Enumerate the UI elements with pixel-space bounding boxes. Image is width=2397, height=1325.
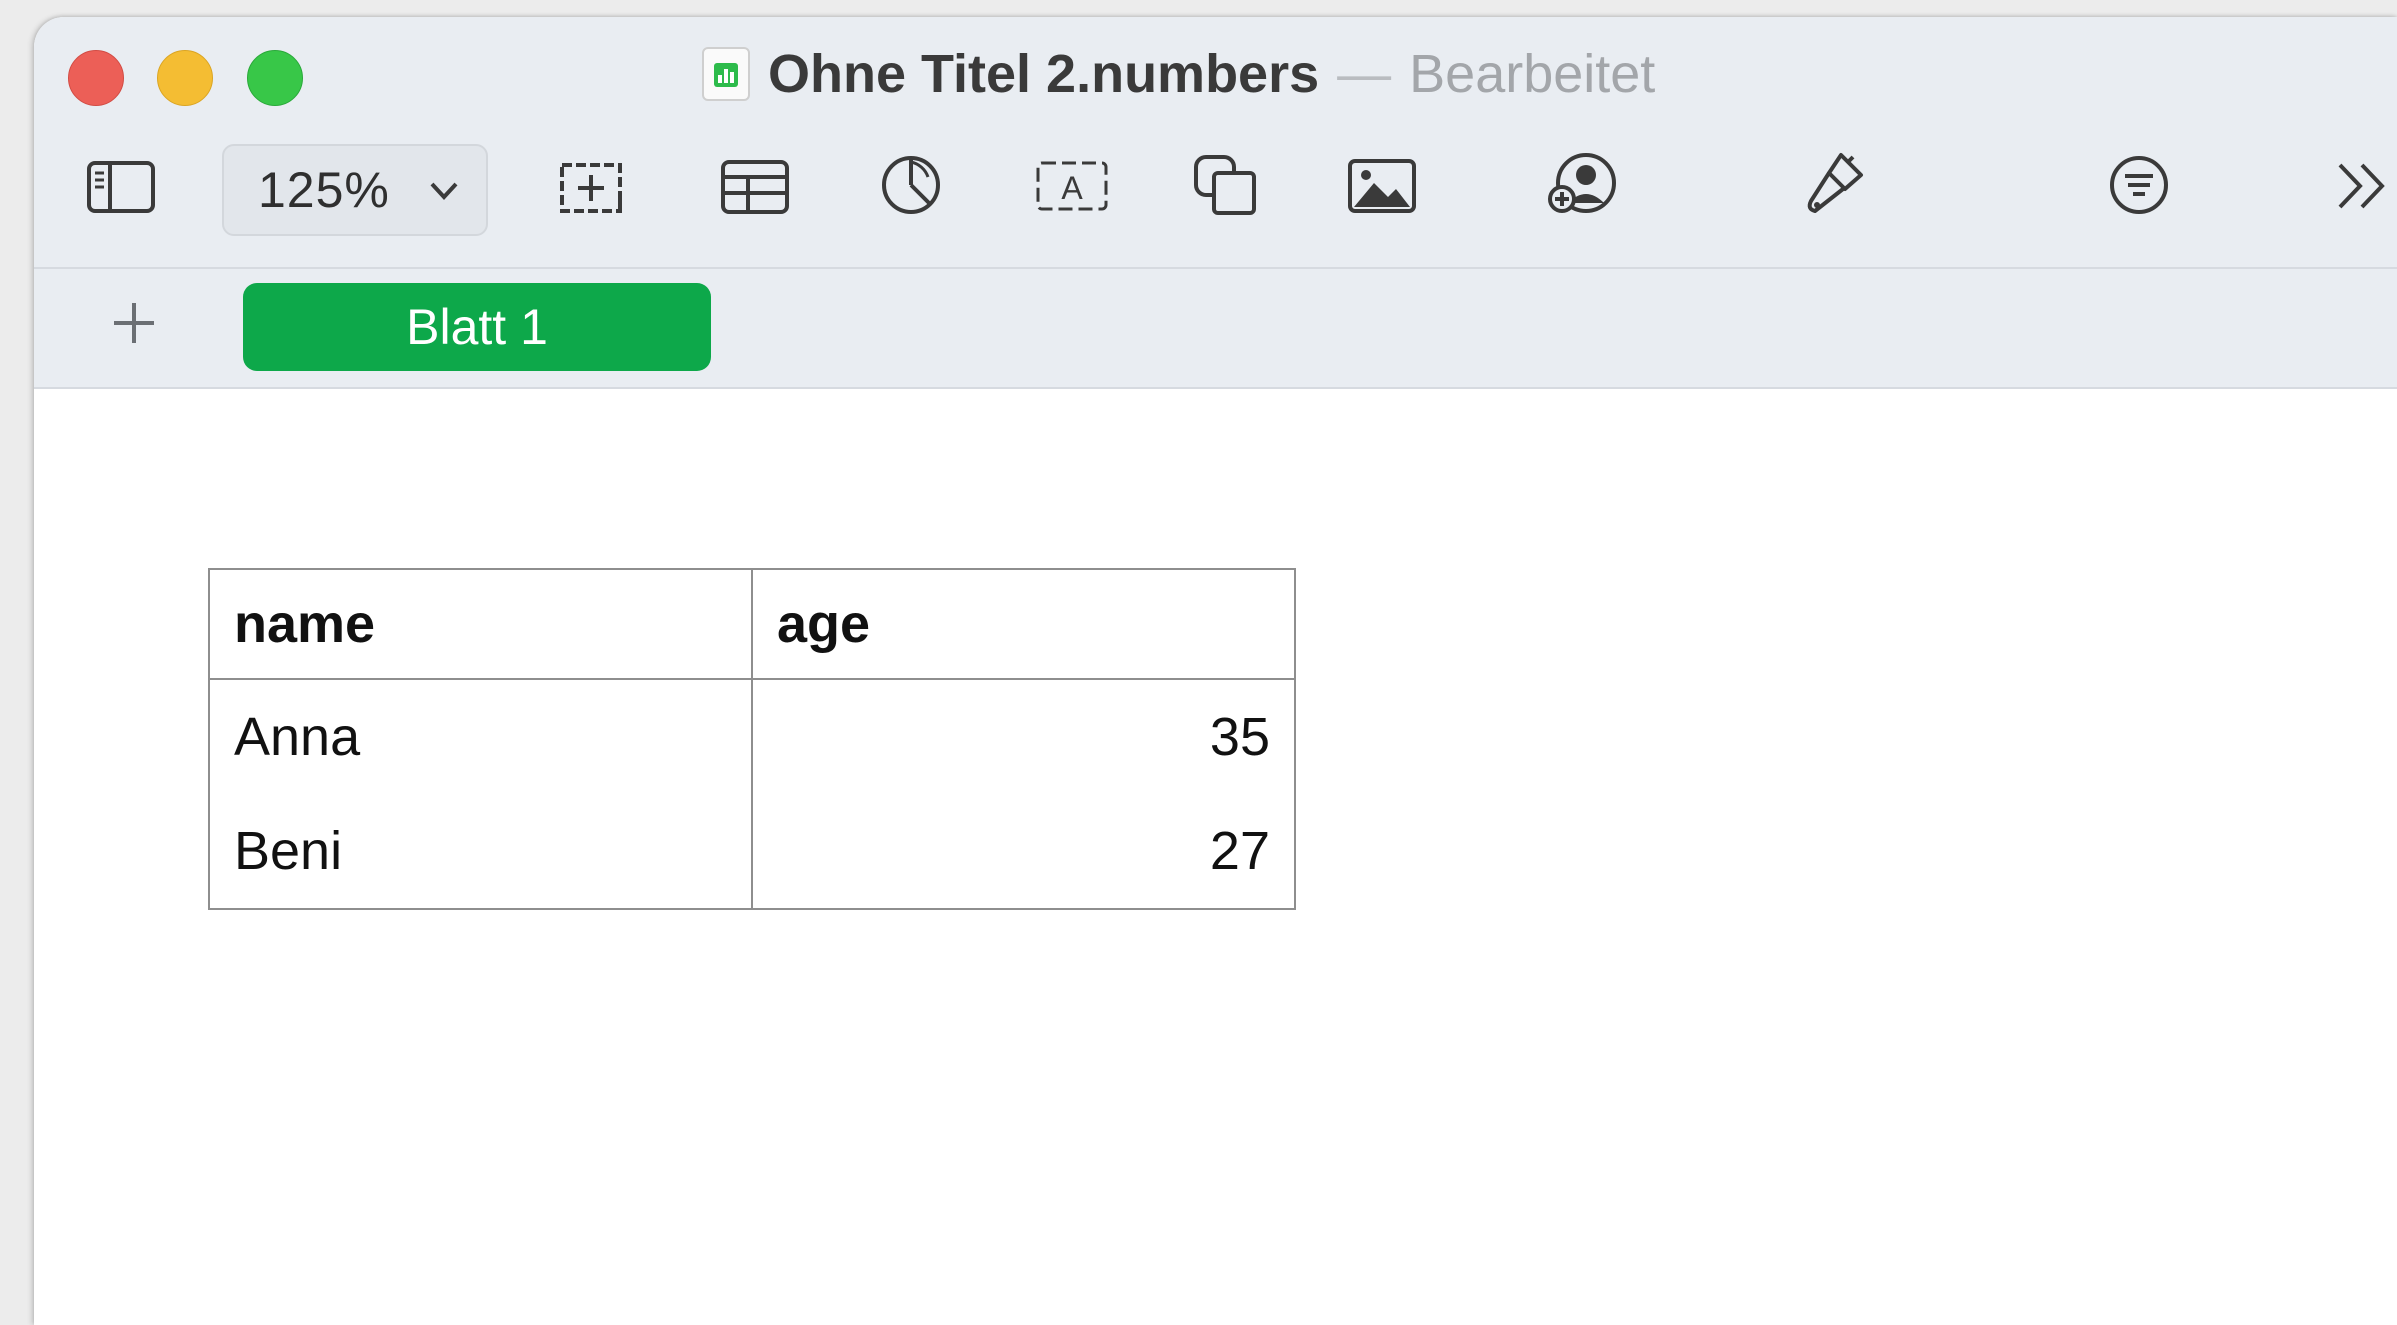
more-toolbar-button[interactable] [2334,159,2390,213]
chevron-down-icon [430,182,458,200]
sidebar-toggle-button[interactable] [86,159,156,215]
tab-bar-divider [34,387,2397,389]
media-button[interactable] [1346,157,1418,215]
shape-icon [1194,155,1256,215]
svg-text:A: A [1061,170,1083,206]
table-cell[interactable]: 27 [751,794,1296,910]
table-cell[interactable]: Beni [208,794,753,910]
header-row: name age [208,568,1296,680]
format-icon [1807,153,1863,213]
window-title-bar: Ohne Titel 2.numbers — Bearbeitet [702,39,1655,109]
collaborate-button[interactable] [1546,151,1618,217]
text-button[interactable]: A [1034,157,1110,215]
app-window: Ohne Titel 2.numbers — Bearbeitet 125% A… [34,17,2397,1325]
organize-icon [2110,156,2168,214]
plus-icon [114,303,154,343]
header-cell-age[interactable]: age [751,568,1296,680]
format-button[interactable] [1801,149,1869,219]
zoom-value: 125% [258,162,390,218]
toolbar-area: Ohne Titel 2.numbers — Bearbeitet 125% A [34,17,2397,269]
window-title: Ohne Titel 2.numbers [768,44,1320,104]
minimize-button[interactable] [157,50,213,106]
zoom-select[interactable]: 125% [222,144,488,236]
table-button[interactable] [720,159,790,215]
title-separator: — [1337,44,1392,104]
sidebar-icon [87,161,155,213]
shape-button[interactable] [1192,153,1260,217]
header-cell-name[interactable]: name [208,568,753,680]
maximize-button[interactable] [247,50,303,106]
media-icon [1348,159,1416,213]
close-button[interactable] [68,50,124,106]
table-cell[interactable]: 35 [751,679,1296,794]
chart-button[interactable] [879,153,943,217]
table-row: Anna 35 [208,679,1296,794]
numbers-document-icon [702,47,750,101]
document-status: Bearbeitet [1409,44,1656,104]
spreadsheet-table[interactable]: name age Anna 35 Beni 27 [208,568,1296,910]
insert-icon [560,163,622,213]
chevron-double-right-icon [2338,163,2385,209]
table-row: Beni 27 [208,794,1296,910]
text-icon: A [1036,161,1108,211]
sheet-tab-label: Blatt 1 [406,299,548,355]
sheet-tab-blatt-1[interactable]: Blatt 1 [243,283,711,371]
table-icon [721,160,789,214]
chart-icon [882,156,940,214]
organize-button[interactable] [2108,154,2170,216]
add-sheet-button[interactable] [111,300,157,351]
collaborate-icon [1548,153,1616,213]
table-cell[interactable]: Anna [208,679,753,794]
insert-button[interactable] [558,155,628,217]
